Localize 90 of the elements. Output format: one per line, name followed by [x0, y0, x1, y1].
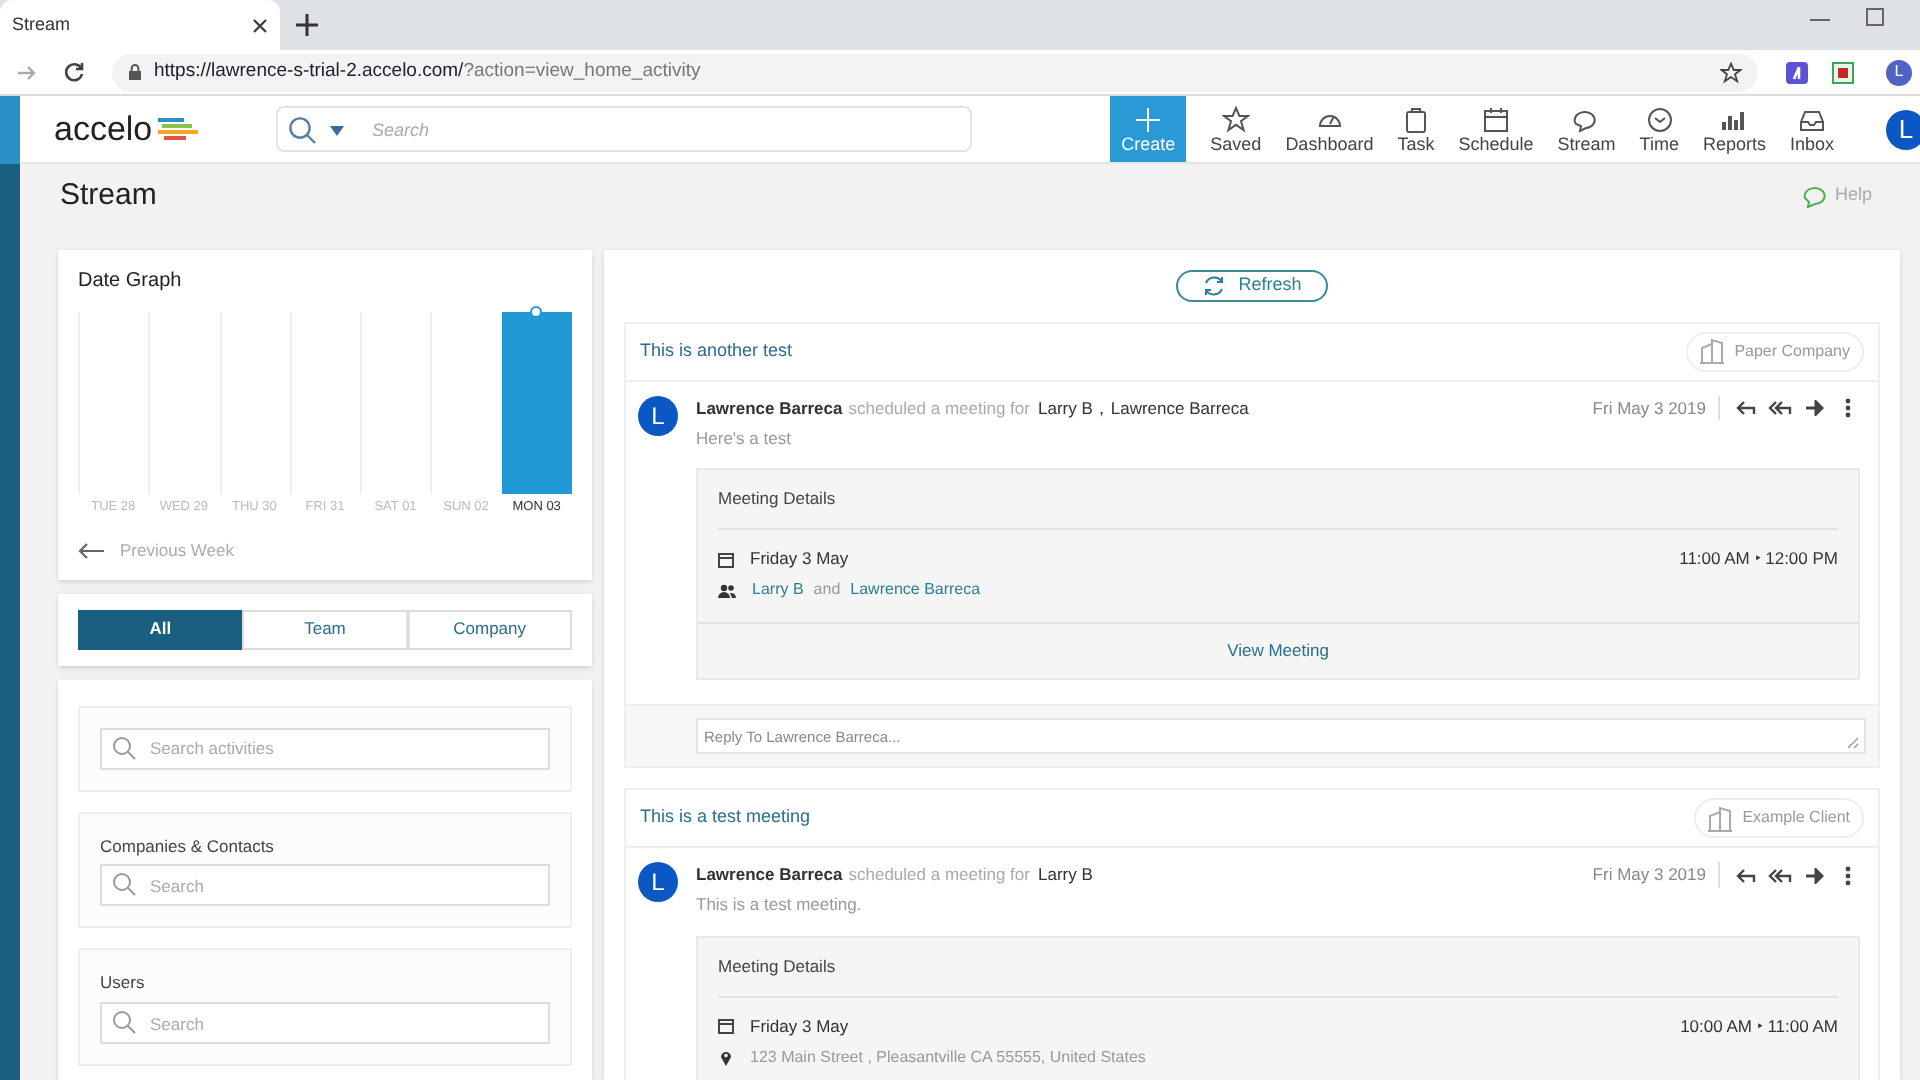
nav-button[interactable]: Saved: [1198, 96, 1274, 162]
reply-icon[interactable]: [1736, 867, 1756, 883]
close-icon[interactable]: [252, 17, 268, 33]
nav-button[interactable]: Task: [1385, 96, 1447, 162]
search-field[interactable]: Search activities: [100, 727, 550, 769]
tab-title: Stream: [12, 11, 73, 38]
url-text: https://lawrence-s-trial-2.accelo.com/?action=view_home_activity: [154, 57, 701, 86]
author-name[interactable]: Lawrence Barreca: [696, 862, 843, 888]
nav-button[interactable]: Reports: [1690, 96, 1778, 162]
details-heading: Meeting Details: [718, 953, 836, 980]
filter-label: Users: [100, 970, 147, 996]
forward-icon[interactable]: [1804, 867, 1824, 883]
nav-button[interactable]: Time: [1627, 96, 1691, 162]
action-text: scheduled a meeting for: [848, 862, 1030, 888]
meeting-date: Friday 3 May: [750, 1013, 849, 1039]
nav-button[interactable]: Inbox: [1777, 96, 1846, 162]
forward-icon[interactable]: [1804, 400, 1824, 416]
view-meeting-link[interactable]: View Meeting: [1227, 638, 1329, 664]
action-text: scheduled a meeting for: [848, 395, 1030, 421]
logo-text: accelo: [54, 112, 153, 146]
search-icon: [112, 1010, 136, 1034]
activity-note: Here's a test: [696, 425, 793, 451]
user-avatar: L: [638, 395, 678, 435]
lock-icon: [128, 64, 142, 80]
activity-date: Fri May 3 2019: [1592, 862, 1720, 888]
user-avatar: L: [638, 862, 678, 902]
refresh-icon: [1202, 273, 1227, 298]
extension-icon[interactable]: [1786, 61, 1808, 83]
resize-handle-icon[interactable]: [1848, 738, 1858, 748]
new-tab-icon[interactable]: [296, 14, 318, 36]
nav-button[interactable]: Stream: [1545, 96, 1628, 162]
chat-bubble-icon: [1572, 105, 1601, 133]
refresh-button[interactable]: Refresh: [1176, 270, 1328, 301]
reply-all-icon[interactable]: [1768, 867, 1792, 883]
card-title: Date Graph: [78, 268, 184, 296]
chat-bubble-icon: [1802, 184, 1829, 208]
star-icon: [1221, 105, 1250, 133]
meeting-location: 123 Main Street , Pleasantville CA 55555, United States: [750, 1045, 1146, 1069]
nav-button[interactable]: Schedule: [1446, 96, 1546, 162]
search-icon: [112, 735, 136, 759]
plus-icon: [1134, 105, 1163, 133]
activity-date: Fri May 3 2019: [1592, 395, 1720, 421]
details-heading: Meeting Details: [718, 486, 836, 513]
profile-avatar[interactable]: L: [1886, 59, 1912, 85]
attendee-link[interactable]: Larry B: [752, 578, 804, 602]
recipient-names[interactable]: Larry B: [1037, 862, 1093, 888]
search-field[interactable]: Search: [100, 1002, 550, 1044]
reply-all-icon[interactable]: [1768, 400, 1792, 416]
activity-note: This is a test meeting.: [696, 892, 864, 918]
arrow-left-icon: [78, 541, 104, 560]
reply-icon[interactable]: [1736, 400, 1756, 416]
building-icon: [1700, 338, 1725, 364]
logo-mark-icon: [156, 115, 201, 143]
clock-icon: [1645, 105, 1674, 133]
attendee-link[interactable]: Lawrence Barreca: [850, 578, 981, 602]
joiner-text: and: [813, 578, 841, 602]
meeting-time: 10:00 AM ‣ 11:00 AM: [1680, 1013, 1838, 1039]
inbox-icon: [1797, 105, 1826, 133]
people-icon: [718, 583, 736, 597]
search-icon: [112, 872, 136, 897]
location-pin-icon: [720, 1049, 732, 1065]
address-bar[interactable]: https://lawrence-s-trial-2.accelo.com/?action=view_home_activity: [112, 53, 1758, 91]
author-name[interactable]: Lawrence Barreca: [696, 395, 843, 421]
maximize-icon[interactable]: [1866, 8, 1884, 26]
page-title: Stream: [60, 175, 157, 216]
more-icon[interactable]: [1844, 398, 1852, 418]
meeting-time: 11:00 AM ‣ 12:00 PM: [1679, 546, 1838, 572]
search-field[interactable]: Search: [100, 864, 550, 907]
scope-tab[interactable]: Company: [407, 609, 572, 649]
clipboard-icon: [1401, 105, 1430, 133]
meeting-date: Friday 3 May: [750, 546, 849, 572]
extension-icon[interactable]: [1832, 61, 1854, 83]
activity-title[interactable]: This is a test meeting: [640, 804, 811, 832]
recipient-names[interactable]: Larry B，Lawrence Barreca: [1037, 395, 1249, 421]
user-avatar[interactable]: L: [1886, 109, 1920, 149]
more-icon[interactable]: [1844, 865, 1852, 885]
calendar-icon: [718, 551, 734, 568]
search-icon: [288, 116, 316, 144]
scope-tab[interactable]: All: [78, 609, 243, 649]
building-icon: [1708, 805, 1733, 831]
scope-tab[interactable]: Team: [242, 609, 408, 649]
nav-button[interactable]: Dashboard: [1273, 96, 1386, 162]
reload-icon[interactable]: [64, 62, 84, 82]
calendar-icon: [1482, 105, 1510, 133]
filter-label: Companies & Contacts: [100, 833, 276, 859]
caret-icon[interactable]: [330, 126, 344, 136]
activity-title[interactable]: This is another test: [640, 337, 793, 365]
search-field[interactable]: Search: [276, 106, 972, 152]
calendar-icon: [718, 1018, 734, 1035]
star-icon[interactable]: [1720, 61, 1742, 83]
